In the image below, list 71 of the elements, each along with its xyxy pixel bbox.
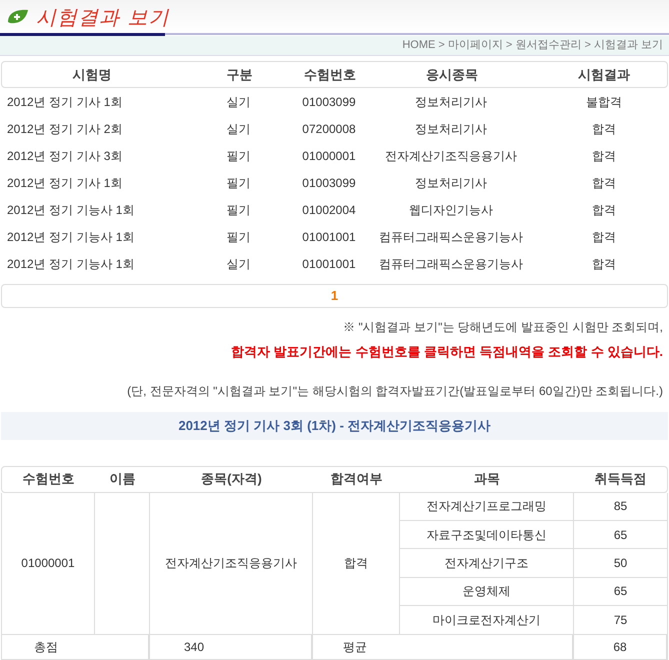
table-cell-text: 자료구조및데이타통신: [426, 526, 546, 544]
page-link[interactable]: 1: [330, 286, 338, 306]
table-cell-text: 2012년 정기 기능사 1회: [6, 228, 136, 246]
table-cell-text: 필기: [226, 174, 252, 192]
table-cell-text: 2012년 정기 기사 1회: [6, 94, 124, 110]
column-header: 수험번호: [22, 470, 76, 488]
table-cell-text: 01000001: [301, 148, 357, 164]
table-cell-text: 정보처리기사: [414, 94, 488, 110]
table-cell-text: 필기: [226, 228, 252, 246]
table-cell-text: 65: [614, 583, 628, 600]
table-cell-text: 75: [614, 612, 628, 629]
table-cell-text: 실기: [226, 120, 252, 138]
table-cell-text: 85: [614, 498, 628, 516]
table-cell-text: 01003099: [301, 94, 357, 110]
table-cell-text: 01001001: [301, 228, 357, 246]
table-cell-text: 전자계산기조직응용기사: [165, 555, 297, 572]
column-header: 응시종목: [425, 66, 479, 84]
column-header: 구분: [226, 66, 254, 84]
detail-title: 2012년 정기 기사 3회 (1차) - 전자계산기조직응용기사: [178, 416, 491, 435]
table-cell-text: 01003099: [301, 174, 357, 192]
page-title: 시험결과 보기: [36, 4, 170, 30]
column-header: 과목: [473, 470, 501, 488]
column-header: 합격여부: [330, 470, 384, 488]
table-cell-text: 실기: [226, 94, 252, 110]
table-cell-text: 평균: [343, 638, 367, 656]
table-cell-text: 2012년 정기 기사 2회: [6, 120, 124, 138]
table-cell-text: 합격: [591, 120, 617, 138]
table-cell-text: 불합격: [585, 94, 623, 110]
table-cell-text: 전자계산기조직응용기사: [384, 148, 518, 164]
column-header: 시험결과: [577, 66, 631, 84]
note-text: 합격자 발표기간에는 수험번호를 클릭하면 득점내역을 조회할 수 있습니다.: [231, 343, 663, 361]
table-cell-text: 웹디자인기능사: [408, 202, 494, 218]
table-cell-text: 마이크로전자계산기: [432, 612, 540, 629]
column-header: 수험번호: [303, 66, 357, 84]
table-cell-text: 65: [614, 526, 628, 544]
table-cell-text: 01002004: [301, 202, 357, 218]
table-cell-text: 합격: [591, 228, 617, 246]
table-cell-text: 필기: [226, 148, 252, 164]
table-cell-text: 합격: [591, 174, 617, 192]
note-text: (단, 전문자격의 "시험결과 보기"는 해당시험의 합격자발표기간(발표일로부터 60일간)만 조회됩니다.): [127, 382, 663, 400]
note-text: ※ "시험결과 보기"는 당해년도에 발표중인 시험만 조회되며,: [343, 319, 663, 336]
table-cell-text: 68: [613, 638, 627, 656]
table-cell-text: 합격: [591, 202, 617, 218]
table-cell-text: 정보처리기사: [414, 120, 488, 138]
column-header: 종목(자격): [200, 470, 263, 488]
table-cell-text: 필기: [226, 202, 252, 218]
table-cell-text: 07200008: [301, 120, 357, 138]
table-cell-text: 컴퓨터그래픽스운용기능사: [378, 228, 524, 246]
table-cell-text: 전자계산기구조: [444, 555, 528, 572]
table-cell-text: 정보처리기사: [414, 174, 488, 192]
table-cell-text: 50: [614, 555, 628, 572]
table-cell-text: 01001001: [301, 256, 357, 272]
column-header: 이름: [108, 470, 136, 488]
table-cell-text: 합격: [591, 148, 617, 164]
table-cell-text: 2012년 정기 기능사 1회: [6, 256, 136, 272]
table-cell-text: 01000001: [21, 555, 75, 572]
table-cell-text: 2012년 정기 기사 1회: [6, 174, 124, 192]
table-cell-text: 합격: [344, 555, 368, 572]
table-cell-text: 2012년 정기 기능사 1회: [6, 202, 136, 218]
table-cell-text: 컴퓨터그래픽스운용기능사: [378, 256, 524, 272]
breadcrumb: HOME > 마이페이지 > 원서접수관리 > 시험결과 보기: [402, 38, 663, 54]
column-header: 시험명: [72, 66, 112, 84]
table-cell-text: 2012년 정기 기사 3회: [6, 148, 124, 164]
table-cell-text: 합격: [591, 256, 617, 272]
table-cell-text: 340: [184, 638, 204, 656]
table-cell-text: 전자계산기프로그래밍: [426, 498, 546, 516]
table-cell-text: 총점: [34, 638, 58, 656]
column-header: 취득득점: [594, 470, 648, 488]
table-cell-text: 운영체제: [462, 583, 510, 600]
table-cell-text: 실기: [226, 256, 252, 272]
leaf-plus-icon: [6, 8, 30, 26]
